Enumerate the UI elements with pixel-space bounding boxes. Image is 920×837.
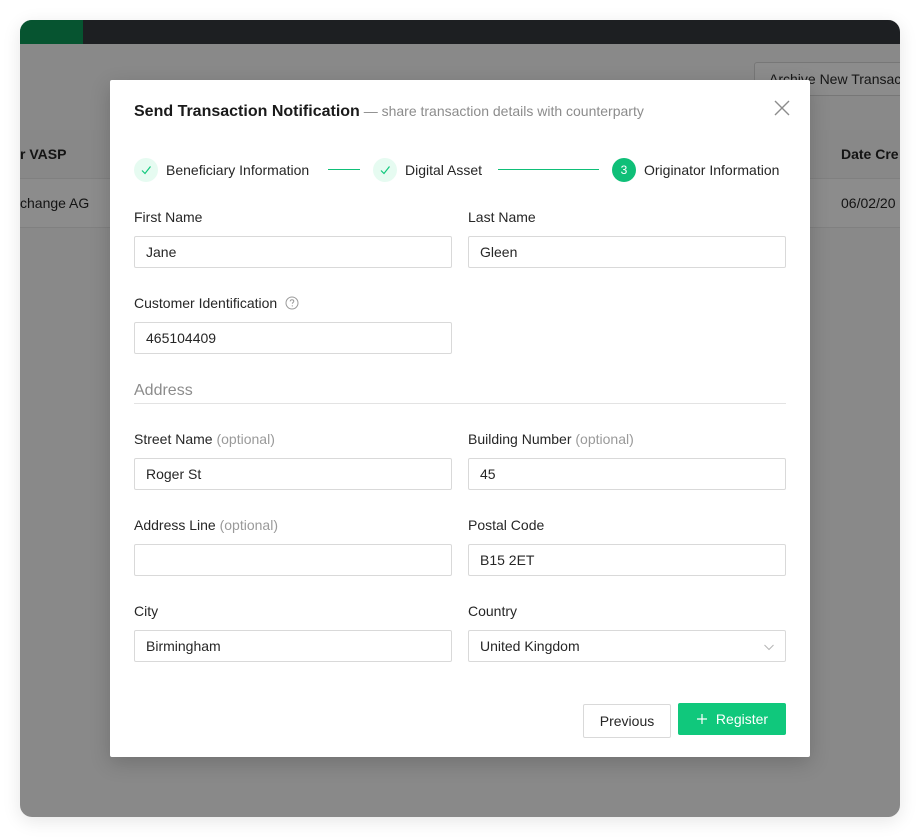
progress-steps: Beneficiary Information Digital Asset 3 … — [134, 158, 786, 182]
step-digital-asset[interactable]: Digital Asset — [373, 158, 482, 182]
address-line-input[interactable] — [134, 544, 452, 576]
address-section-title: Address — [134, 382, 193, 399]
first-name-input[interactable] — [134, 236, 452, 268]
street-name-input[interactable] — [134, 458, 452, 490]
close-button[interactable] — [772, 98, 792, 118]
modal-title-text: Send Transaction Notification — [134, 103, 360, 120]
postal-code-input[interactable] — [468, 544, 786, 576]
modal-title: Send Transaction Notification — share tr… — [134, 103, 644, 121]
country-selected-value: United Kingdom — [480, 638, 580, 654]
step-2-indicator — [373, 158, 397, 182]
last-name-label: Last Name — [468, 209, 536, 225]
address-section-divider — [134, 403, 786, 404]
send-transaction-modal: Send Transaction Notification — share tr… — [110, 80, 810, 757]
building-number-input[interactable] — [468, 458, 786, 490]
plus-icon — [696, 714, 707, 724]
previous-button-label: Previous — [599, 713, 655, 729]
step-3-indicator: 3 — [612, 158, 636, 182]
address-line-label: Address Line (optional) — [134, 517, 278, 533]
postal-code-label: Postal Code — [468, 517, 545, 533]
street-name-label: Street Name (optional) — [134, 431, 275, 447]
country-select[interactable]: United Kingdom — [468, 630, 786, 662]
customer-identification-label: Customer Identification — [134, 295, 299, 311]
city-input[interactable] — [134, 630, 452, 662]
optional-hint: (optional) — [216, 431, 275, 447]
step-1-indicator — [134, 158, 158, 182]
modal-subtitle: — share transaction details with counter… — [359, 103, 644, 119]
last-name-input[interactable] — [468, 236, 786, 268]
step-label: Digital Asset — [405, 162, 483, 178]
previous-button[interactable]: Previous — [583, 704, 671, 738]
question-circle-icon[interactable] — [285, 296, 299, 310]
optional-hint: (optional) — [575, 431, 634, 447]
building-number-label: Building Number (optional) — [468, 431, 634, 447]
chevron-down-icon — [764, 644, 774, 651]
first-name-label: First Name — [134, 209, 203, 225]
step-label: Beneficiary Information — [166, 162, 310, 178]
country-label: Country — [468, 603, 518, 619]
step-connector — [498, 169, 599, 170]
city-label: City — [134, 603, 159, 619]
check-icon — [380, 166, 390, 175]
step-connector — [328, 169, 360, 170]
step-label: Originator Information — [644, 162, 780, 178]
step-beneficiary-information[interactable]: Beneficiary Information — [134, 158, 309, 182]
customer-identification-input[interactable] — [134, 322, 452, 354]
address-line-label-text: Address Line — [134, 517, 216, 533]
customer-identification-label-text: Customer Identification — [134, 295, 278, 311]
register-button[interactable]: Register — [678, 703, 786, 735]
close-icon — [774, 100, 790, 116]
step-originator-information[interactable]: 3 Originator Information — [612, 158, 779, 182]
optional-hint: (optional) — [219, 517, 278, 533]
check-icon — [141, 166, 151, 175]
building-number-label-text: Building Number — [468, 431, 572, 447]
street-name-label-text: Street Name — [134, 431, 213, 447]
register-button-label: Register — [715, 711, 769, 727]
